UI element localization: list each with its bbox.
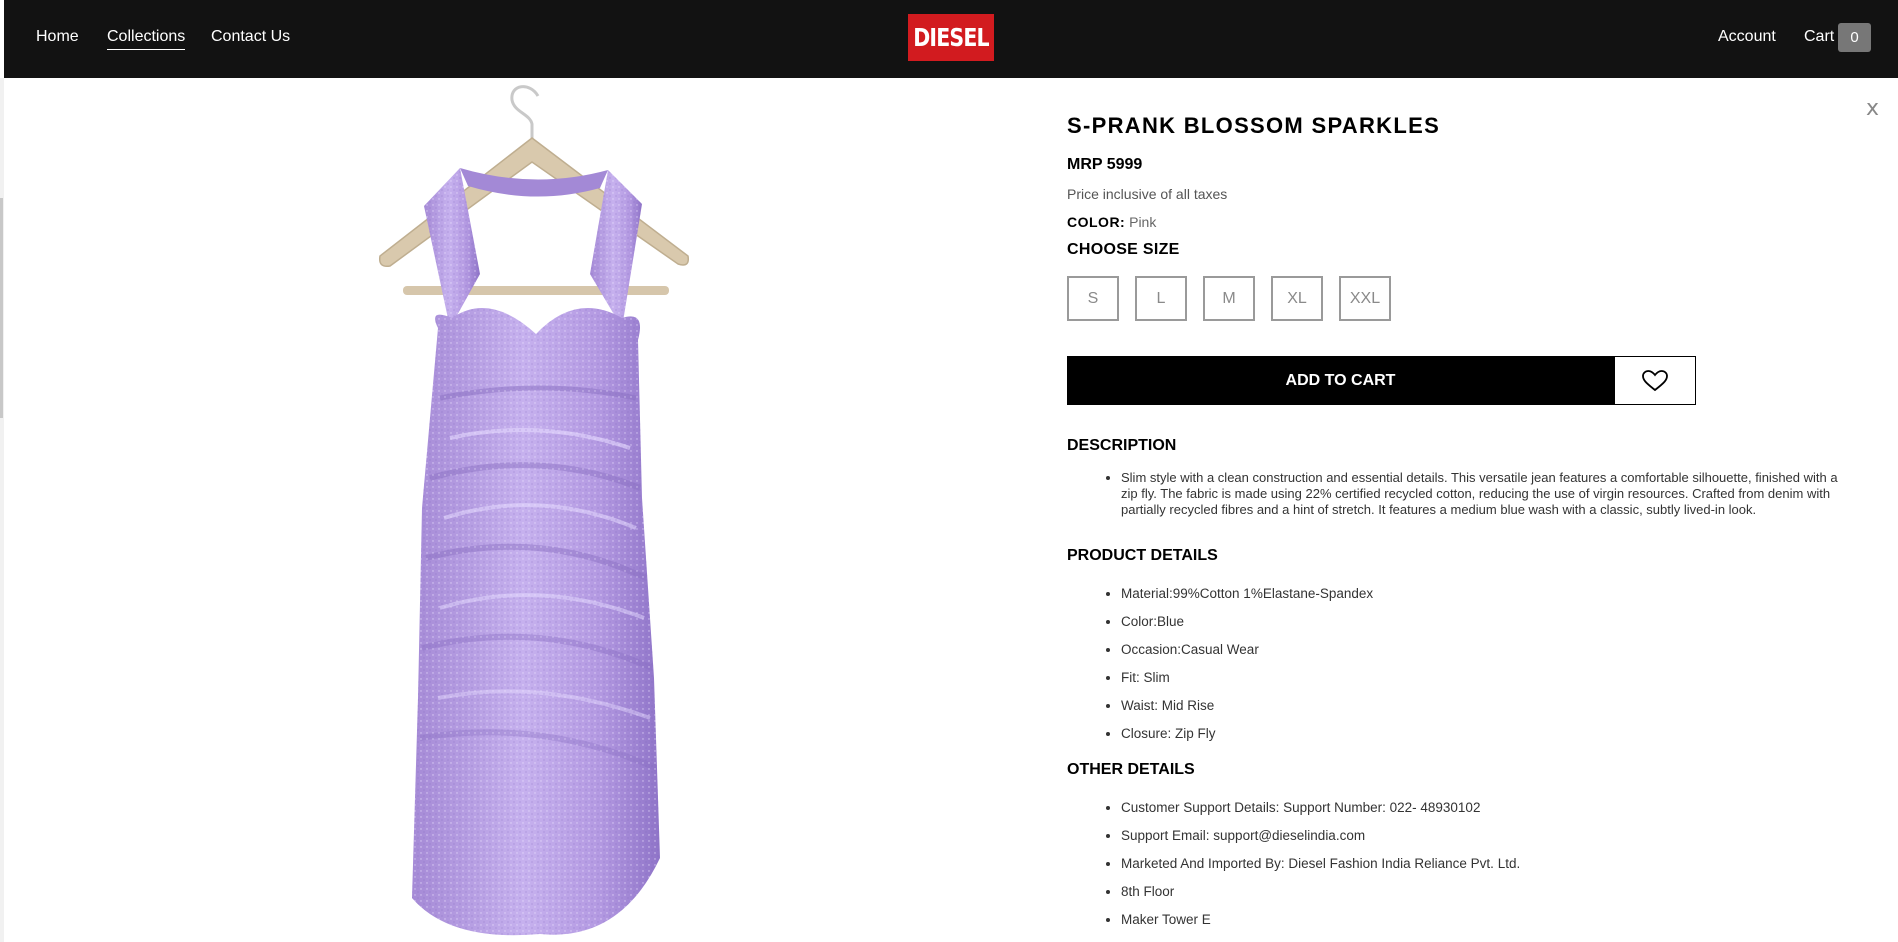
- description-list: Slim style with a clean construction and…: [1103, 470, 1843, 518]
- list-item: Waist: Mid Rise: [1121, 698, 1373, 726]
- list-item: Fit: Slim: [1121, 670, 1373, 698]
- size-option-xxl[interactable]: XXL: [1339, 276, 1391, 321]
- product-title: S-PRANK BLOSSOM SPARKLES: [1067, 113, 1441, 138]
- nav-collections-link[interactable]: Collections: [107, 28, 186, 50]
- choose-size-heading: CHOOSE SIZE: [1067, 241, 1180, 258]
- description-text: Slim style with a clean construction and…: [1121, 470, 1843, 518]
- color-value: Pink: [1129, 214, 1157, 230]
- product-details-heading: PRODUCT DETAILS: [1067, 547, 1218, 564]
- size-option-s[interactable]: S: [1067, 276, 1119, 321]
- nav-cart-link[interactable]: Cart: [1804, 28, 1834, 46]
- left-scroll-thumb[interactable]: [0, 198, 3, 418]
- list-item: Closure: Zip Fly: [1121, 726, 1373, 754]
- size-option-xl[interactable]: XL: [1271, 276, 1323, 321]
- nav-account-link[interactable]: Account: [1718, 28, 1776, 46]
- diesel-logo[interactable]: DIESEL: [908, 14, 994, 61]
- close-icon[interactable]: x: [1866, 96, 1879, 121]
- list-item: Customer Support Details: Support Number…: [1121, 800, 1520, 828]
- wishlist-button[interactable]: [1614, 356, 1696, 405]
- left-scroll-strip: [0, 78, 4, 942]
- color-row: COLOR: Pink: [1067, 214, 1156, 230]
- heart-icon: [1642, 369, 1668, 391]
- list-item: Marketed And Imported By: Diesel Fashion…: [1121, 856, 1520, 884]
- size-option-m[interactable]: M: [1203, 276, 1255, 321]
- product-details-list: Material:99%Cotton 1%Elastane-Spandex Co…: [1103, 586, 1373, 754]
- list-item: Color:Blue: [1121, 614, 1373, 642]
- product-price: MRP 5999: [1067, 156, 1143, 173]
- color-label: COLOR:: [1067, 214, 1126, 230]
- list-item: Material:99%Cotton 1%Elastane-Spandex: [1121, 586, 1373, 614]
- list-item: Maker Tower E: [1121, 912, 1520, 940]
- add-to-cart-button[interactable]: ADD TO CART: [1067, 356, 1614, 405]
- nav-home-link[interactable]: Home: [36, 28, 79, 46]
- size-option-l[interactable]: L: [1135, 276, 1187, 321]
- cart-count-badge[interactable]: 0: [1838, 23, 1871, 52]
- nav-contact-link[interactable]: Contact Us: [211, 28, 290, 46]
- other-details-list: Customer Support Details: Support Number…: [1103, 800, 1520, 940]
- list-item: Support Email: support@dieselindia.com: [1121, 828, 1520, 856]
- logo-text: DIESEL: [913, 23, 989, 52]
- product-image: [378, 85, 690, 936]
- list-item: Occasion:Casual Wear: [1121, 642, 1373, 670]
- tax-note: Price inclusive of all taxes: [1067, 186, 1228, 202]
- list-item: 8th Floor: [1121, 884, 1520, 912]
- description-heading: DESCRIPTION: [1067, 437, 1177, 454]
- other-details-heading: OTHER DETAILS: [1067, 761, 1195, 778]
